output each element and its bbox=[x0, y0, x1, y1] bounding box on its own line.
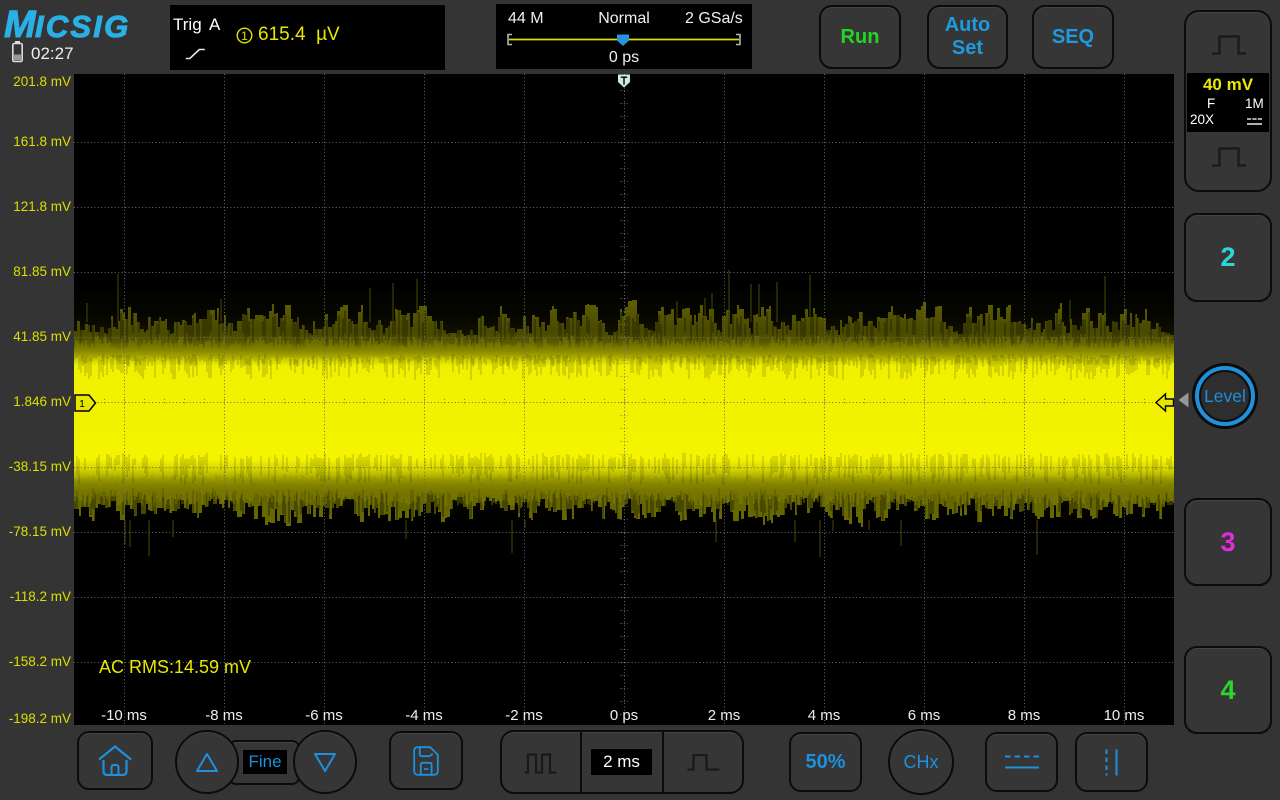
svg-text:M: M bbox=[4, 4, 37, 40]
svg-text:1: 1 bbox=[79, 398, 85, 410]
svg-text:1: 1 bbox=[241, 29, 248, 43]
svg-text:ICSIG: ICSIG bbox=[35, 9, 130, 40]
